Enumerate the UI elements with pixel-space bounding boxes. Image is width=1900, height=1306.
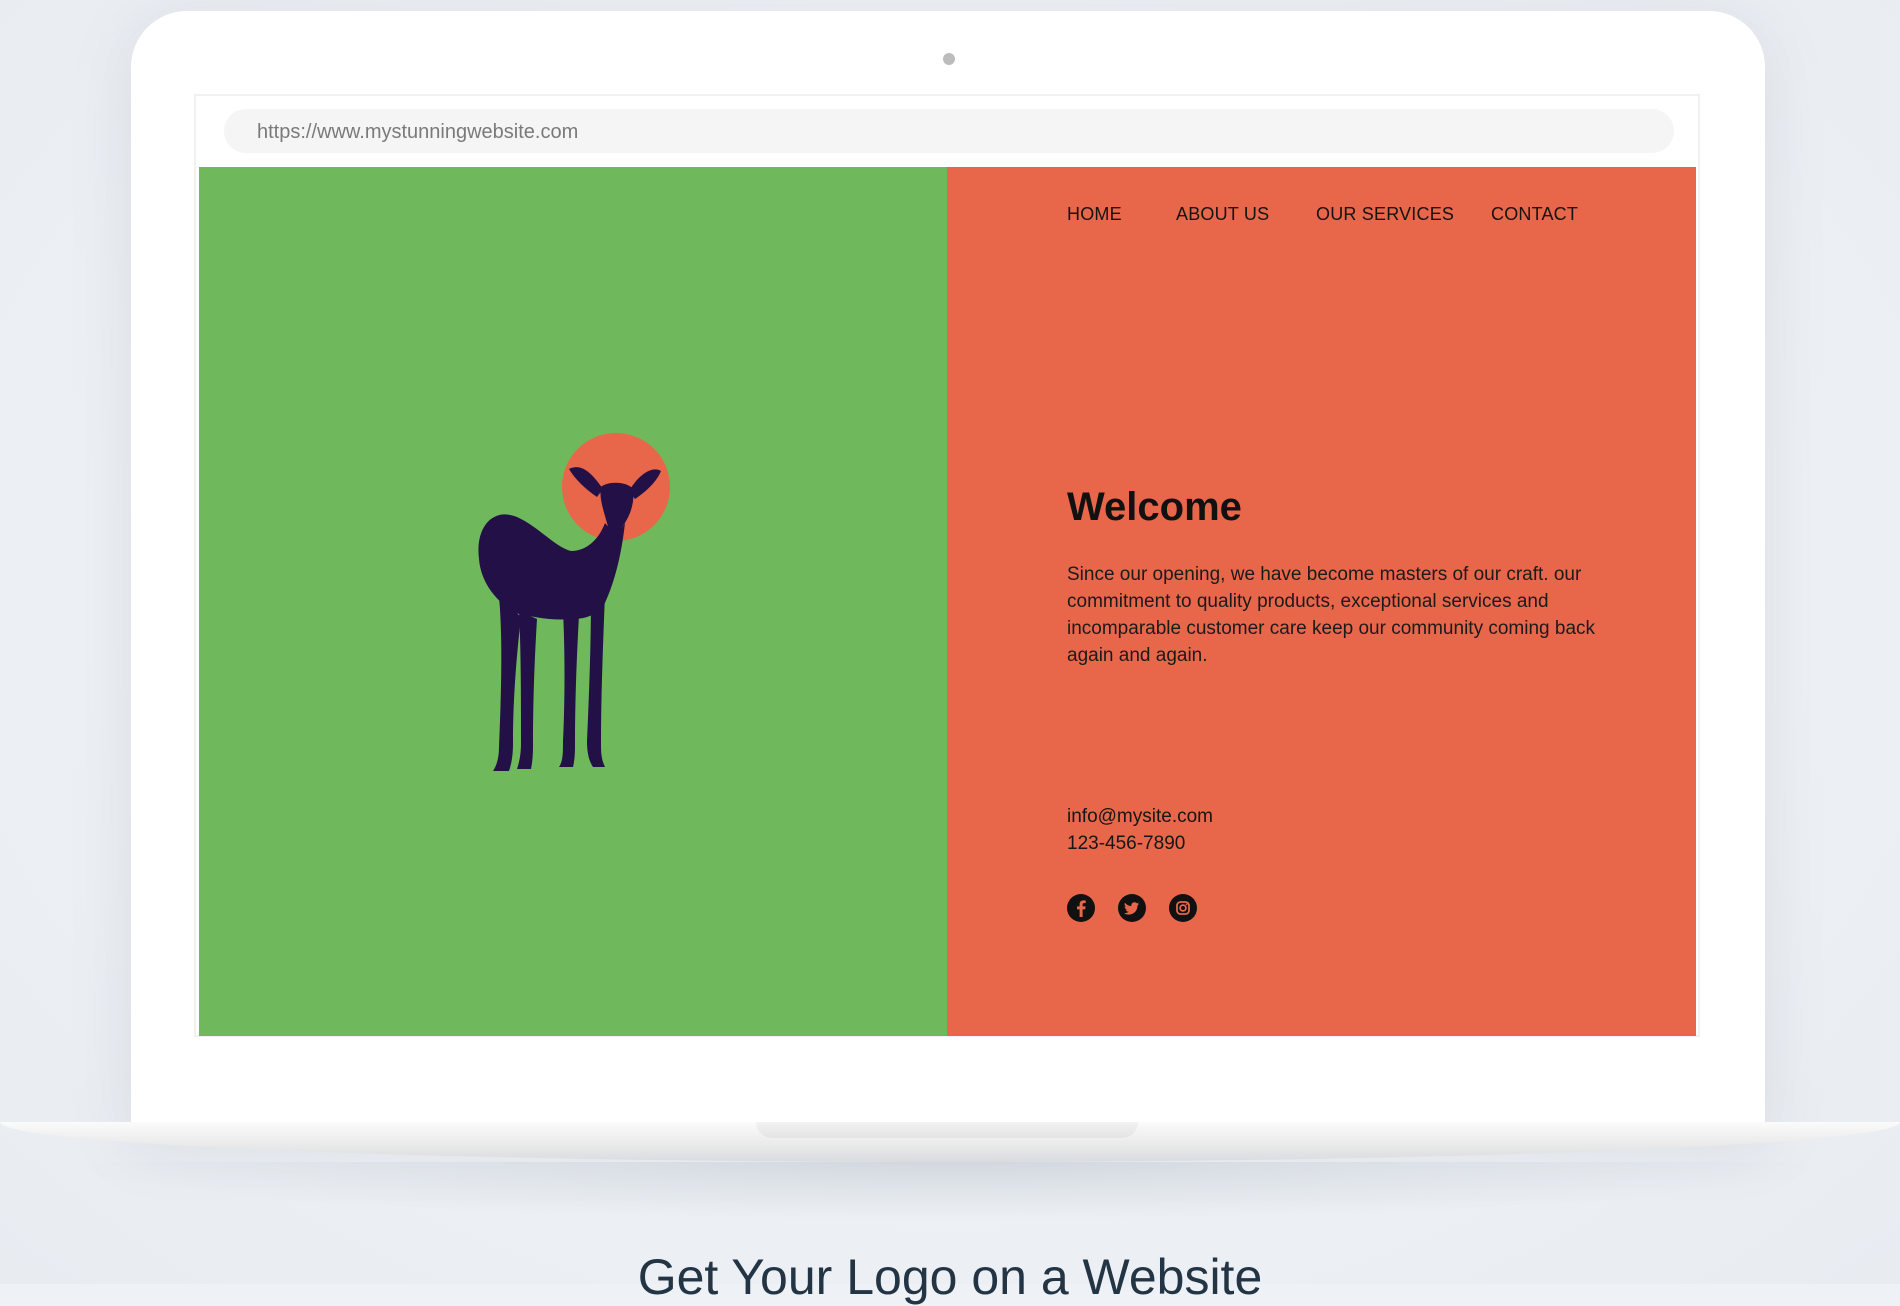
contact-email[interactable]: info@mysite.com	[1067, 806, 1213, 828]
instagram-icon[interactable]	[1169, 894, 1197, 922]
nav-our-services[interactable]: OUR SERVICES	[1316, 204, 1454, 225]
contact-phone: 123-456-7890	[1067, 833, 1186, 854]
website-preview: HOME ABOUT US OUR SERVICES CONTACT Welco…	[199, 167, 1696, 1036]
site-navigation: HOME ABOUT US OUR SERVICES CONTACT	[947, 167, 1696, 227]
address-bar-url[interactable]: https://www.mystunningwebsite.com	[257, 121, 578, 144]
facebook-icon[interactable]	[1067, 894, 1095, 922]
nav-home[interactable]: HOME	[1067, 204, 1122, 225]
deer-logo	[478, 433, 670, 771]
nav-about-us[interactable]: ABOUT US	[1176, 204, 1269, 225]
address-bar[interactable]: https://www.mystunningwebsite.com	[224, 109, 1674, 153]
laptop-camera	[943, 53, 955, 65]
laptop-shadow	[60, 1162, 1840, 1222]
hero-body-text: Since our opening, we have become master…	[1067, 564, 1596, 666]
nav-contact[interactable]: CONTACT	[1491, 204, 1578, 225]
hero-title: Welcome	[1067, 485, 1242, 529]
twitter-icon[interactable]	[1118, 894, 1146, 922]
hero-image-panel	[199, 167, 947, 1036]
content-panel: HOME ABOUT US OUR SERVICES CONTACT Welco…	[947, 167, 1696, 1036]
laptop-hinge-notch	[756, 1122, 1138, 1138]
page-caption: Get Your Logo on a Website	[637, 1249, 1263, 1305]
